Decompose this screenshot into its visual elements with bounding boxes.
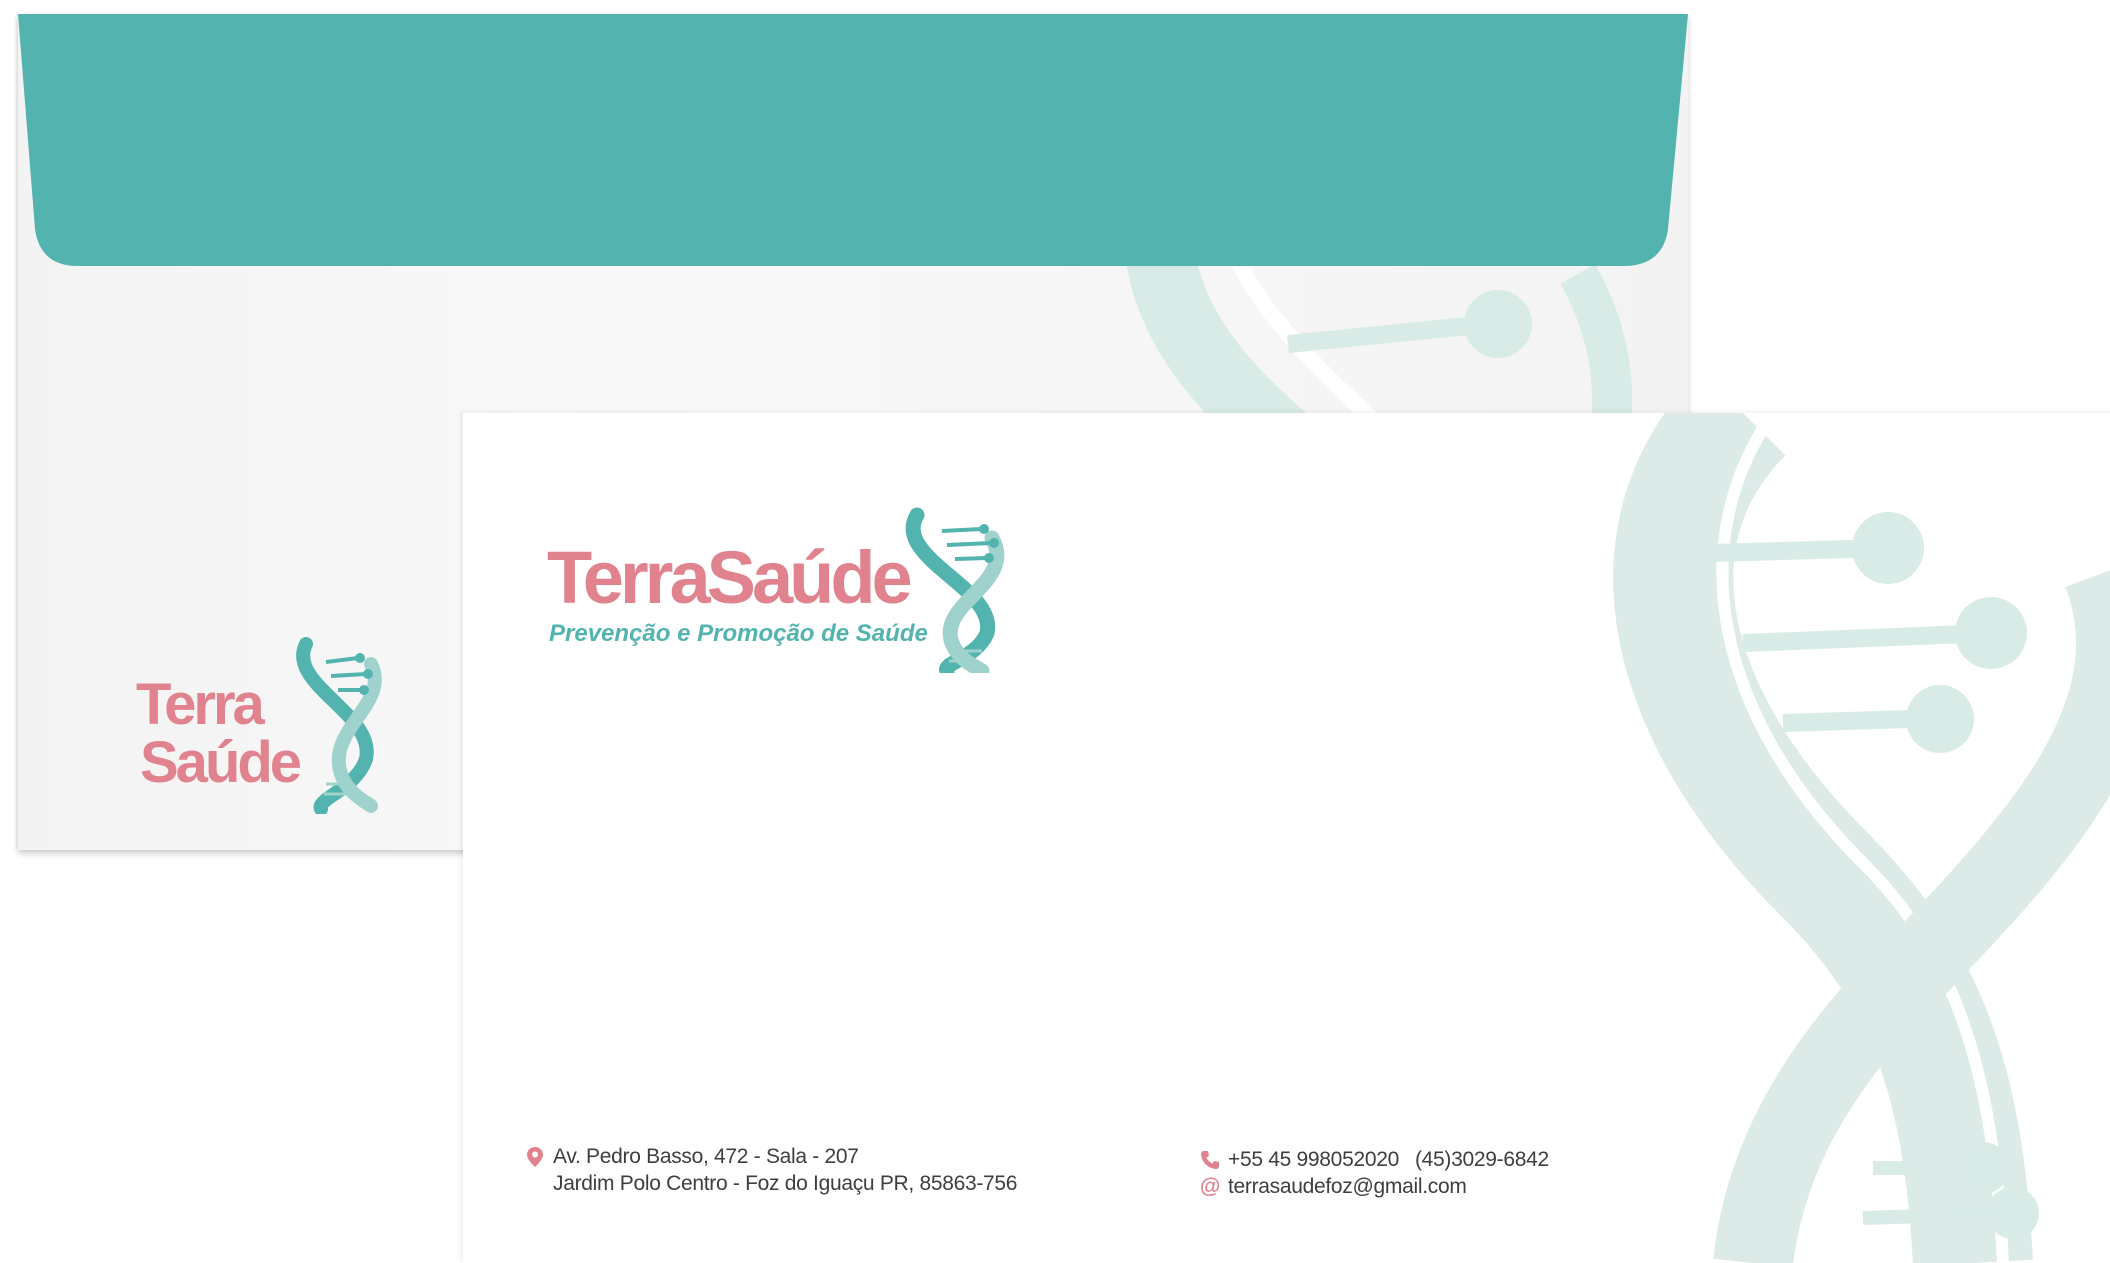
contact-details: +55 45 998052020 (45)3029-6842 @ terrasa…: [1198, 1146, 1549, 1200]
phone-landline: (45)3029-6842: [1414, 1147, 1549, 1171]
phone-mobile: +55 45 998052020: [1228, 1147, 1399, 1171]
email-address: terrasaudefoz@gmail.com: [1228, 1174, 1467, 1198]
contact-address: Av. Pedro Basso, 472 - Sala - 207 Jardim…: [523, 1143, 1018, 1197]
dna-helix-icon: [296, 637, 382, 814]
letterhead-logo-wordmark: TerraSaúde: [547, 536, 911, 619]
address-line-2: Jardim Polo Centro - Foz do Iguaçu PR, 8…: [553, 1171, 1018, 1195]
dna-helix-icon: [905, 507, 1005, 673]
at-sign-icon: @: [1199, 1174, 1221, 1198]
letterhead-sheet: TerraSaúde Prevenção e Promoção de Saúde…: [463, 413, 2110, 1263]
letterhead-tagline: Prevenção e Promoção de Saúde: [549, 620, 928, 647]
location-pin-icon: [523, 1146, 547, 1167]
letterhead-logo: TerraSaúde Prevenção e Promoção de Saúde: [547, 507, 1005, 673]
letterhead-dna-watermark: [1613, 413, 2110, 1263]
address-line-1: Av. Pedro Basso, 472 - Sala - 207: [553, 1144, 859, 1168]
envelope-logo-word-2: Saúde: [140, 730, 301, 795]
envelope-logo: Terra Saúde: [136, 637, 382, 814]
envelope-flap: [18, 14, 1688, 266]
phone-icon: [1198, 1150, 1222, 1170]
envelope-logo-word-1: Terra: [136, 672, 266, 737]
